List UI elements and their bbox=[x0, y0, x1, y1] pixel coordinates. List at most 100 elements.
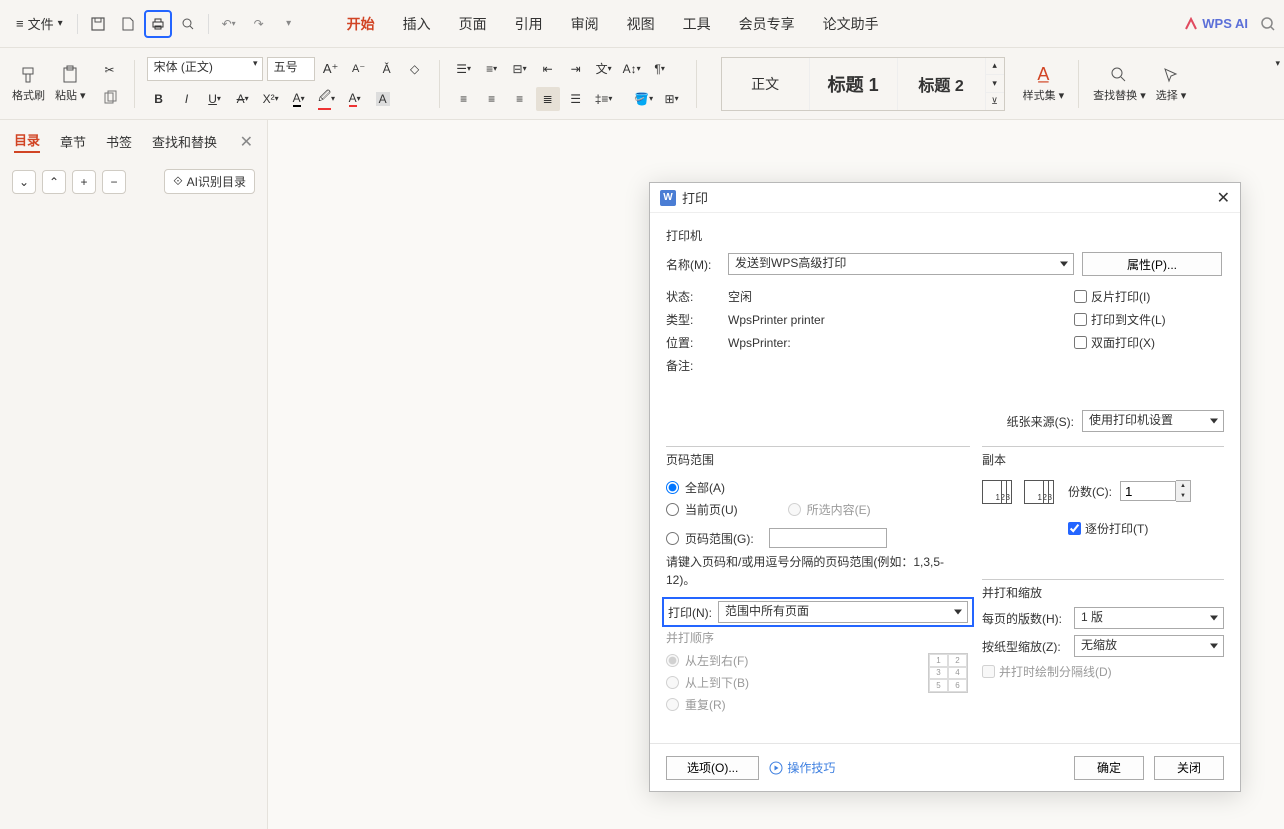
line-spacing-button[interactable]: ‡≡▾ bbox=[592, 87, 616, 111]
wps-ai-button[interactable]: WPS AI bbox=[1184, 16, 1248, 31]
sidepanel-close-button[interactable]: ✕ bbox=[240, 132, 253, 152]
justify-button[interactable]: ≣ bbox=[536, 87, 560, 111]
change-case-button[interactable]: ◇ bbox=[403, 57, 427, 81]
close-button[interactable]: 关闭 bbox=[1154, 756, 1224, 780]
style-body[interactable]: 正文 bbox=[722, 58, 810, 110]
decrease-indent-button[interactable]: ⇤ bbox=[536, 57, 560, 81]
fill-button[interactable]: 🪣▾ bbox=[632, 87, 656, 111]
tab-start[interactable]: 开始 bbox=[345, 10, 377, 38]
collapse-button[interactable]: ⌄ bbox=[12, 170, 36, 194]
export-button[interactable] bbox=[114, 10, 142, 38]
find-replace-button[interactable]: 查找替换 ▾ bbox=[1091, 65, 1148, 103]
options-button[interactable]: 选项(O)... bbox=[666, 756, 759, 780]
page-range-input[interactable] bbox=[769, 528, 887, 548]
tab-insert[interactable]: 插入 bbox=[401, 10, 433, 38]
sort-button[interactable]: A↕▾ bbox=[620, 57, 644, 81]
quick-access-toolbar: ≡ 文件 ▾ ↶▾ ↷ ▾ 开始 插入 页面 引用 审阅 视图 工具 会员专享 … bbox=[0, 0, 1284, 48]
select-button[interactable]: 选择 ▾ bbox=[1154, 65, 1189, 103]
styles-down-button[interactable]: ▾ bbox=[986, 75, 1004, 93]
range-all-radio[interactable]: 全部(A) bbox=[666, 479, 738, 496]
reverse-print-checkbox[interactable]: 反片打印(I) bbox=[1074, 288, 1224, 305]
ai-outline-button[interactable]: ⟐ AI识别目录 bbox=[164, 169, 255, 194]
duplex-checkbox[interactable]: 双面打印(X) bbox=[1074, 334, 1224, 351]
copy-button[interactable] bbox=[98, 86, 122, 110]
tab-bookmark[interactable]: 书签 bbox=[106, 132, 132, 151]
tab-review[interactable]: 审阅 bbox=[569, 10, 601, 38]
expand-button[interactable]: ⌃ bbox=[42, 170, 66, 194]
tab-paper[interactable]: 论文助手 bbox=[821, 10, 881, 38]
qat-more-button[interactable]: ▾ bbox=[275, 10, 303, 38]
printer-name-select[interactable]: 发送到WPS高级打印 bbox=[728, 253, 1074, 275]
strike-button[interactable]: A▾ bbox=[231, 87, 255, 111]
tab-findrep[interactable]: 查找和替换 bbox=[152, 132, 217, 151]
tab-page[interactable]: 页面 bbox=[457, 10, 489, 38]
tab-member[interactable]: 会员专享 bbox=[737, 10, 797, 38]
styleset-button[interactable]: A̲ 样式集 ▾ bbox=[1021, 64, 1067, 103]
style-h1[interactable]: 标题 1 bbox=[810, 58, 898, 110]
print-what-select[interactable]: 范围中所有页面 bbox=[718, 601, 968, 623]
grow-font-button[interactable]: A⁺ bbox=[319, 57, 343, 81]
tab-toc[interactable]: 目录 bbox=[14, 130, 40, 153]
collate-checkbox[interactable]: 逐份打印(T) bbox=[1068, 520, 1191, 537]
underline-button[interactable]: U▾ bbox=[203, 87, 227, 111]
properties-button[interactable]: 属性(P)... bbox=[1082, 252, 1222, 276]
ok-button[interactable]: 确定 bbox=[1074, 756, 1144, 780]
styles-up-button[interactable]: ▴ bbox=[986, 58, 1004, 76]
search-icon[interactable] bbox=[1260, 16, 1276, 32]
style-h2[interactable]: 标题 2 bbox=[898, 58, 986, 110]
print-to-file-checkbox[interactable]: 打印到文件(L) bbox=[1074, 311, 1224, 328]
paper-source-select[interactable]: 使用打印机设置 bbox=[1082, 410, 1224, 432]
borders-button[interactable]: ⊞▾ bbox=[660, 87, 684, 111]
print-button[interactable] bbox=[144, 10, 172, 38]
font-color-button[interactable]: A▾ bbox=[287, 87, 311, 111]
dialog-close-button[interactable]: ✕ bbox=[1217, 188, 1230, 208]
italic-button[interactable]: I bbox=[175, 87, 199, 111]
scale-select[interactable]: 无缩放 bbox=[1074, 635, 1224, 657]
redo-button[interactable]: ↷ bbox=[245, 10, 273, 38]
spin-down[interactable]: ▼ bbox=[1176, 491, 1190, 501]
undo-button[interactable]: ↶▾ bbox=[215, 10, 243, 38]
superscript-button[interactable]: X²▾ bbox=[259, 87, 283, 111]
shading-button[interactable]: A bbox=[371, 87, 395, 111]
align-right-button[interactable]: ≡ bbox=[508, 87, 532, 111]
styles-more-button[interactable]: ⊻ bbox=[986, 93, 1004, 110]
spin-up[interactable]: ▲ bbox=[1176, 481, 1190, 491]
align-center-button[interactable]: ≡ bbox=[480, 87, 504, 111]
increase-indent-button[interactable]: ⇥ bbox=[564, 57, 588, 81]
redo-icon: ↷ bbox=[254, 17, 264, 31]
numbering-button[interactable]: ≡▾ bbox=[480, 57, 504, 81]
range-current-radio[interactable]: 当前页(U) bbox=[666, 501, 738, 518]
cut-button[interactable]: ✂ bbox=[98, 58, 122, 82]
font-color2-button[interactable]: A▾ bbox=[343, 87, 367, 111]
save-button[interactable] bbox=[84, 10, 112, 38]
tab-tools[interactable]: 工具 bbox=[681, 10, 713, 38]
pages-per-sheet-select[interactable]: 1 版 bbox=[1074, 607, 1224, 629]
add-button[interactable]: + bbox=[72, 170, 96, 194]
font-selector[interactable]: 宋体 (正文)▾ bbox=[147, 57, 263, 81]
distribute-button[interactable]: ☰ bbox=[564, 87, 588, 111]
tab-chapter[interactable]: 章节 bbox=[60, 132, 86, 151]
copies-input[interactable] bbox=[1120, 481, 1176, 501]
font-size-selector[interactable]: 五号▾ bbox=[267, 57, 315, 81]
show-marks-button[interactable]: ¶▾ bbox=[648, 57, 672, 81]
cut-icon: ✂ bbox=[105, 63, 115, 77]
tab-ref[interactable]: 引用 bbox=[513, 10, 545, 38]
print-preview-button[interactable] bbox=[174, 10, 202, 38]
align-left-button[interactable]: ≡ bbox=[452, 87, 476, 111]
copies-spinner[interactable]: ▲▼ bbox=[1120, 480, 1191, 502]
file-menu-button[interactable]: ≡ 文件 ▾ bbox=[8, 10, 71, 37]
multilevel-button[interactable]: ⊟▾ bbox=[508, 57, 532, 81]
shrink-font-button[interactable]: A⁻ bbox=[347, 57, 371, 81]
range-pages-radio[interactable]: 页码范围(G): bbox=[666, 528, 970, 548]
bullets-button[interactable]: ☰▾ bbox=[452, 57, 476, 81]
asian-layout-button[interactable]: 文▾ bbox=[592, 57, 616, 81]
tab-view[interactable]: 视图 bbox=[625, 10, 657, 38]
remove-button[interactable]: − bbox=[102, 170, 126, 194]
styles-gallery[interactable]: 正文 标题 1 标题 2 ▴ ▾ ⊻ bbox=[721, 57, 1005, 111]
tips-link[interactable]: 操作技巧 bbox=[769, 759, 835, 776]
format-painter-group[interactable]: 格式刷 bbox=[10, 65, 47, 103]
bold-button[interactable]: B bbox=[147, 87, 171, 111]
clear-format-button[interactable]: Ǎ bbox=[375, 57, 399, 81]
paste-group[interactable]: 粘贴 ▾ bbox=[53, 65, 88, 103]
highlight-button[interactable]: 🖉▾ bbox=[315, 87, 339, 111]
